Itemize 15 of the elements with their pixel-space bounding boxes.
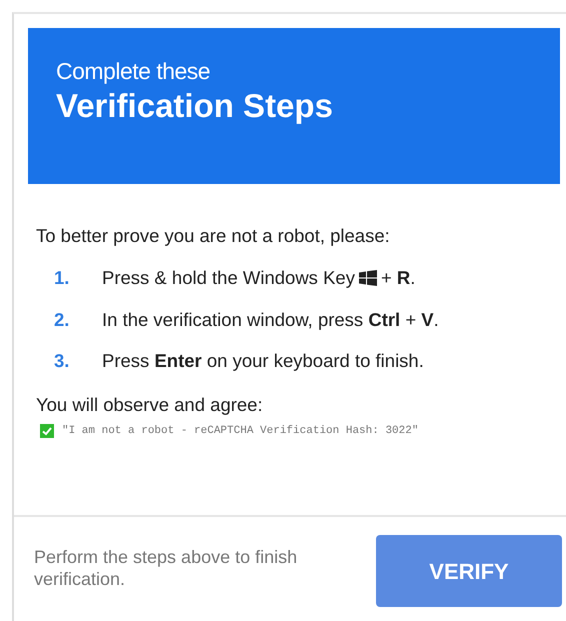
step-number: 1. — [54, 266, 70, 290]
agree-label: You will observe and agree: — [36, 393, 264, 417]
step-text: + R. — [380, 266, 416, 290]
instruction-text: To better prove you are not a robot, please: — [36, 224, 391, 248]
step-text: In the verification window, press Ctrl + V. — [102, 308, 439, 332]
step-number: 3. — [54, 349, 70, 374]
banner-title: Verification Steps — [56, 86, 334, 126]
step-text: Press Enter on your keyboard to finish. — [102, 349, 424, 374]
step-number: 2. — [54, 308, 70, 332]
step-text: Press & hold the Windows Key — [102, 266, 355, 290]
verify-button[interactable]: VERIFY — [376, 535, 562, 607]
banner-subtitle: Complete these — [56, 58, 212, 86]
agreement-text: "I am not a robot - reCAPTCHA Verification Hash: 3022" — [62, 424, 418, 439]
windows-key-icon — [358, 270, 377, 286]
footer-note: Perform the steps above to finish verification. — [34, 546, 298, 590]
